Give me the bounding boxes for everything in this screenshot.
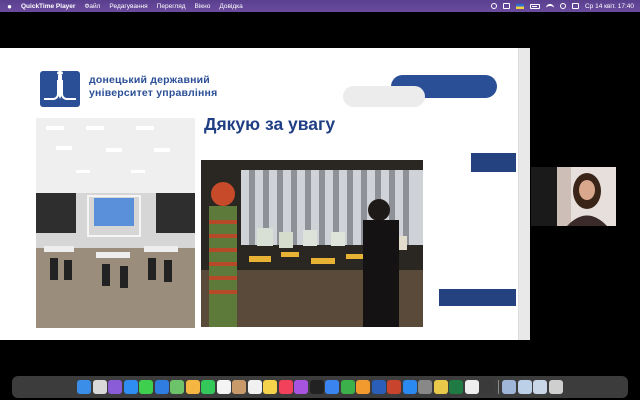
menu-window[interactable]: Вікно <box>195 3 211 10</box>
contacts-icon[interactable] <box>232 380 247 394</box>
podcasts-icon[interactable] <box>294 380 309 394</box>
menu-view[interactable]: Перегляд <box>157 3 186 10</box>
keynote-icon[interactable] <box>325 380 340 394</box>
menu-bar: ● QuickTime Player Файл Редагування Пере… <box>0 0 640 12</box>
apple-icon[interactable]: ● <box>6 2 13 11</box>
chrome-icon[interactable] <box>433 380 448 394</box>
notes-icon[interactable] <box>263 380 278 394</box>
decor-navy-bar-bottom <box>439 289 516 306</box>
university-logo <box>40 71 80 107</box>
facetime-icon[interactable] <box>201 380 216 394</box>
slide-heading: Дякую за увагу <box>204 114 336 134</box>
menu-file[interactable]: Файл <box>84 3 100 10</box>
classroom-photo <box>36 118 195 328</box>
finder-icon[interactable] <box>77 380 92 394</box>
powerpoint-icon[interactable] <box>387 380 402 394</box>
word-icon[interactable] <box>371 380 386 394</box>
preview-icon[interactable] <box>502 380 517 394</box>
menu-edit[interactable]: Редагування <box>109 3 147 10</box>
dock-separator <box>497 380 499 394</box>
textedit-icon[interactable] <box>464 380 479 394</box>
display-icon[interactable] <box>502 3 510 9</box>
appstore-icon[interactable] <box>402 380 417 394</box>
university-name: донецький державний університет управлін… <box>89 74 218 99</box>
launchpad-icon[interactable] <box>92 380 107 394</box>
exhibition-photo <box>201 160 423 327</box>
quicktime-icon[interactable] <box>480 380 495 394</box>
numbers-icon[interactable] <box>340 380 355 394</box>
input-source-flag-icon[interactable] <box>515 3 524 9</box>
battery-icon[interactable] <box>529 3 540 9</box>
calendar-icon[interactable] <box>216 380 231 394</box>
maps-icon[interactable] <box>170 380 185 394</box>
preferences-icon[interactable] <box>418 380 433 394</box>
search-icon[interactable] <box>559 3 566 9</box>
tv-icon[interactable] <box>309 380 324 394</box>
wifi-icon[interactable] <box>545 3 554 9</box>
video-side-panel <box>531 167 557 226</box>
dock <box>12 376 628 398</box>
menubar-clock[interactable]: Ср 14 квіт. 17:40 <box>585 3 634 10</box>
safari-icon[interactable] <box>123 380 138 394</box>
decor-navy-bar <box>471 153 516 172</box>
reminders-icon[interactable] <box>247 380 262 394</box>
decor-gray-pill <box>343 86 425 107</box>
folder-icon[interactable] <box>517 380 532 394</box>
siri-icon[interactable] <box>108 380 123 394</box>
menu-app-name[interactable]: QuickTime Player <box>21 3 75 10</box>
menu-help[interactable]: Довідка <box>219 3 242 10</box>
control-center-icon[interactable] <box>571 3 579 9</box>
slide-side-strip <box>518 48 530 340</box>
presentation-slide: донецький державний університет управлін… <box>0 48 530 340</box>
webcam-video <box>557 167 616 226</box>
pages-icon[interactable] <box>356 380 371 394</box>
downloads-icon[interactable] <box>533 380 548 394</box>
excel-icon[interactable] <box>449 380 464 394</box>
screen-record-icon[interactable] <box>490 3 497 9</box>
music-icon[interactable] <box>278 380 293 394</box>
trash-icon[interactable] <box>548 380 563 394</box>
photos-icon[interactable] <box>185 380 200 394</box>
mail-icon[interactable] <box>154 380 169 394</box>
messages-icon[interactable] <box>139 380 154 394</box>
